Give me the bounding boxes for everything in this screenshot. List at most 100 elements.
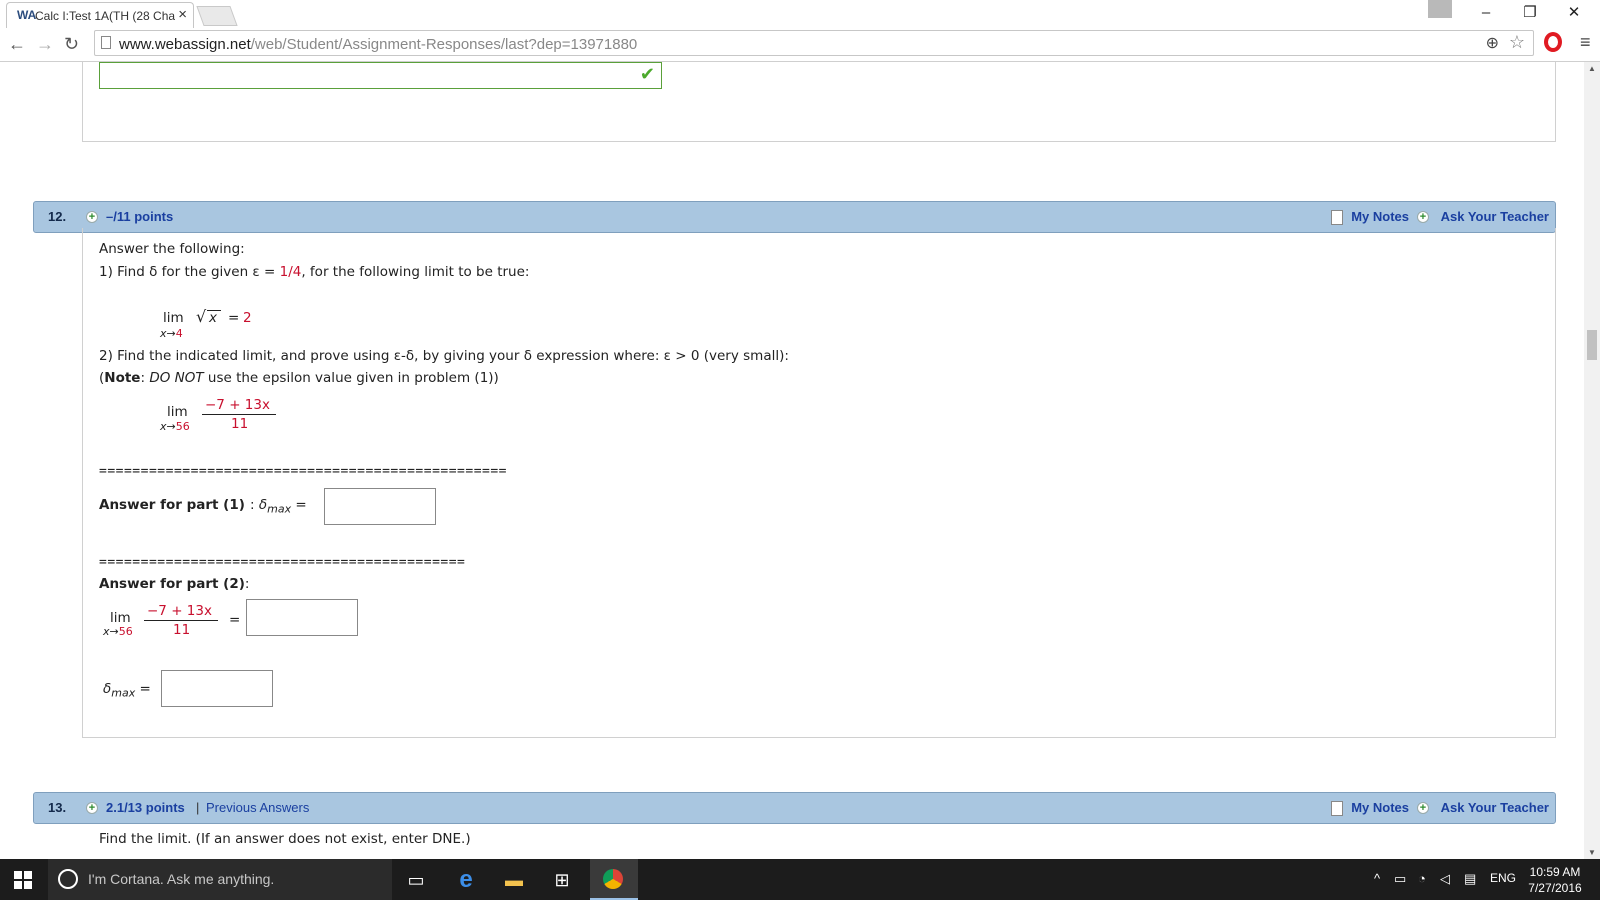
scroll-up-icon[interactable]: ▲ [1588,64,1596,73]
windows-taskbar: I'm Cortana. Ask me anything. ▭ e ▬ ⊞ ^ … [0,859,1600,900]
chrome-taskbar-item[interactable] [590,859,638,900]
note-colon: : [140,370,150,386]
zoom-icon[interactable]: ⊕ [1486,33,1499,53]
plus-icon[interactable]: + [1417,802,1429,814]
limit1-result: 2 [243,310,252,326]
scroll-down-icon[interactable]: ▼ [1588,848,1596,857]
clock-date: 7/27/2016 [1528,881,1582,895]
task-view-icon[interactable]: ▭ [402,867,430,893]
opera-icon[interactable] [1544,32,1562,52]
url-path: /web/Student/Assignment-Responses/last?d… [250,36,638,53]
windows-start-icon[interactable] [14,871,32,889]
battery-icon[interactable]: ▭ [1394,871,1406,887]
limit2-approach-value: 56 [175,420,190,433]
store-icon[interactable]: ⊞ [548,867,576,893]
wifi-icon[interactable]: ◔ [1418,871,1426,886]
limit3-denominator: 11 [173,622,191,638]
ask-teacher-link[interactable]: Ask Your Teacher [1441,209,1549,224]
answer2-colon: : [244,576,250,592]
cortana-search[interactable]: I'm Cortana. Ask me anything. [48,859,392,900]
answer1-delta-label: : δmax = [250,497,307,516]
tab-close-icon[interactable]: × [178,6,187,23]
check-icon: ✔ [639,64,655,84]
minimize-icon[interactable]: – [1464,2,1508,24]
chrome-icon [603,869,623,889]
tab-strip: WA Calc I:Test 1A(TH (28 Chap × – ❐ ✕ [0,0,1600,28]
scroll-thumb[interactable] [1587,330,1597,360]
limit1-equals: = [228,310,240,326]
sqrt-symbol: √ [196,307,207,326]
language-indicator[interactable]: ENG [1490,871,1516,885]
separator-1: ========================================… [99,464,508,479]
limit1-lim: lim [163,310,184,326]
limit3-approach: x→56 [103,625,133,638]
volume-icon[interactable]: ◁ [1440,871,1450,887]
note-label: Note [104,370,141,386]
back-icon[interactable]: ← [8,34,26,55]
question-13-text: Find the limit. (If an answer does not e… [99,831,471,847]
question-13-header: 13. + 2.1/13 points | Previous Answers M… [33,792,1556,824]
part2-instruction: 2) Find the indicated limit, and prove u… [99,348,789,364]
previous-answer-field[interactable]: ✔ [99,62,662,89]
plus-icon[interactable]: + [1417,211,1429,223]
part1-suffix: , for the following limit to be true: [301,264,530,280]
limit2-approach: x→56 [160,420,190,433]
note-emphasis: DO NOT [149,370,204,386]
address-bar[interactable]: www.webassign.net/web/Student/Assignment… [94,30,1534,56]
limit3-numerator: −7 + 13x [147,603,212,619]
profile-icon[interactable] [1428,0,1452,18]
part1-epsilon: 1/4 [279,264,302,280]
edge-icon[interactable]: e [452,867,480,893]
my-notes-link[interactable]: My Notes [1351,209,1409,224]
system-clock[interactable]: 10:59 AM 7/27/2016 [1518,864,1592,896]
limit1-approach-value: 4 [175,327,183,340]
close-window-icon[interactable]: ✕ [1552,2,1596,24]
page-icon [101,36,111,49]
delta-part1-input[interactable] [324,488,436,525]
new-tab-button[interactable] [196,6,238,26]
plus-icon[interactable]: + [86,211,98,223]
answer2-label: Answer for part (2): [99,576,249,592]
reload-icon[interactable]: ↻ [64,34,79,55]
page-content: ✔ 12. + –/11 points My Notes + Ask Your … [0,62,1584,859]
notification-icon[interactable]: ▤ [1464,871,1476,887]
limit3-approach-value: 56 [118,625,133,638]
answer1-label: Answer for part (1) [99,497,245,513]
tray-chevron-icon[interactable]: ^ [1374,871,1380,886]
limit3-equals: = [229,612,241,628]
browser-tab[interactable]: WA Calc I:Test 1A(TH (28 Chap × [6,2,194,28]
cortana-placeholder: I'm Cortana. Ask me anything. [88,871,275,887]
part1-prefix: 1) Find δ for the given ε = [99,264,280,280]
question-12-body [82,228,1556,738]
menu-icon[interactable]: ≡ [1580,32,1591,53]
limit3-lim: lim [110,610,131,626]
limit-answer-input[interactable] [246,599,358,636]
limit1-radicand: x [209,310,217,326]
url-text[interactable]: www.webassign.net/web/Student/Assignment… [119,36,637,53]
note-rest: use the epsilon value given in problem (… [203,370,499,386]
delta-part2-input[interactable] [161,670,273,707]
notes-icon[interactable] [1331,210,1343,225]
plus-icon[interactable]: + [86,802,98,814]
points-link[interactable]: 2.1/13 points [106,800,185,815]
star-icon[interactable]: ☆ [1509,32,1525,53]
question-intro: Answer the following: [99,241,245,257]
url-host: www.webassign.net [119,36,251,53]
limit2-denominator: 11 [231,416,249,432]
browser-toolbar: ← → ↻ www.webassign.net/web/Student/Assi… [0,28,1600,62]
question-number: 13. [48,800,67,815]
forward-icon[interactable]: → [36,34,54,55]
previous-answers-link[interactable]: Previous Answers [206,800,309,815]
restore-icon[interactable]: ❐ [1508,2,1552,24]
limit2-lim: lim [167,404,188,420]
notes-icon[interactable] [1331,801,1343,816]
ask-teacher-link[interactable]: Ask Your Teacher [1441,800,1549,815]
page-scrollbar[interactable]: ▲ ▼ [1584,62,1600,859]
my-notes-link[interactable]: My Notes [1351,800,1409,815]
file-explorer-icon[interactable]: ▬ [500,867,528,893]
delta-max-label: δmax = [103,681,151,700]
part1-instruction: 1) Find δ for the given ε = 1/4, for the… [99,264,529,280]
limit2-numerator: −7 + 13x [205,397,270,413]
points-link[interactable]: –/11 points [106,209,173,224]
separator-2: ========================================… [99,555,466,570]
